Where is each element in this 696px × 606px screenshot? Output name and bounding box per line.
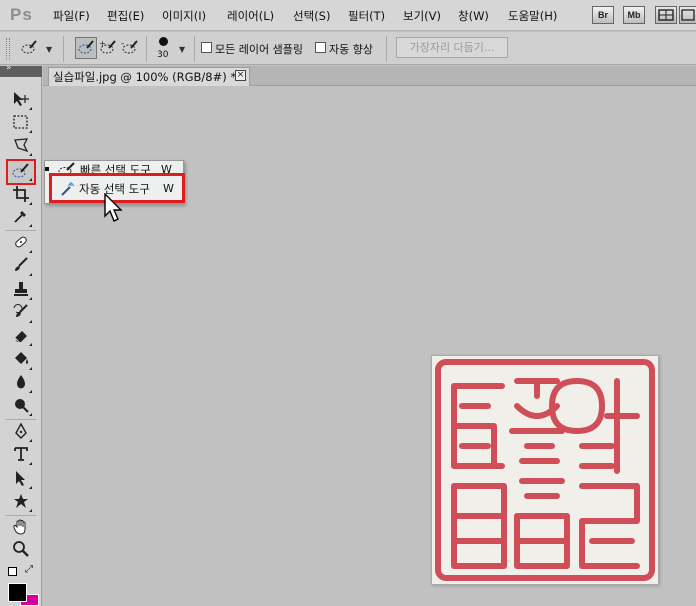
- brush-picker-dropdown-icon[interactable]: ▼: [179, 45, 185, 54]
- auto-enhance-checkbox[interactable]: [315, 42, 326, 53]
- menu-window[interactable]: 창(W): [458, 8, 489, 24]
- menu-file[interactable]: 파일(F): [53, 8, 90, 24]
- marquee-tool[interactable]: [8, 113, 34, 135]
- tools-panel-header[interactable]: »: [0, 63, 42, 77]
- lasso-tool[interactable]: [8, 136, 34, 158]
- current-tool-bullet: [45, 167, 49, 171]
- flyout-shortcut-magic-wand: W: [163, 182, 174, 195]
- subtract-from-selection-icon[interactable]: -: [119, 37, 141, 59]
- refine-edge-button[interactable]: 가장자리 다듬기...: [396, 37, 508, 58]
- expand-panel-icon[interactable]: »: [6, 63, 12, 73]
- svg-text:+: +: [99, 39, 106, 48]
- menu-select[interactable]: 선택(S): [293, 8, 330, 24]
- magic-wand-icon: [59, 181, 77, 201]
- brush-preview-icon[interactable]: [159, 37, 168, 46]
- hand-tool[interactable]: [8, 518, 34, 540]
- menu-filter[interactable]: 필터(T): [348, 8, 385, 24]
- eraser-tool[interactable]: [8, 326, 34, 348]
- mouse-pointer-icon: [104, 192, 124, 226]
- auto-enhance-label: 자동 향상: [329, 43, 373, 56]
- menu-layer[interactable]: 레이어(L): [227, 8, 274, 24]
- photoshop-logo: Ps: [10, 5, 33, 24]
- menu-help[interactable]: 도움말(H): [508, 8, 557, 24]
- paint-bucket-tool[interactable]: [8, 350, 34, 372]
- move-tool[interactable]: [8, 90, 34, 112]
- svg-text:-: -: [121, 39, 124, 49]
- history-brush-tool[interactable]: [8, 303, 34, 325]
- custom-shape-tool[interactable]: [8, 492, 34, 514]
- seal-stamp-picture: [435, 359, 655, 581]
- pen-tool[interactable]: [8, 422, 34, 444]
- path-selection-tool[interactable]: [8, 469, 34, 491]
- crop-tool[interactable]: [8, 185, 34, 207]
- swap-colors-icon[interactable]: ⤢: [25, 564, 33, 575]
- sample-all-layers-label: 모든 레이어 샘플링: [215, 43, 303, 56]
- seal-image: [431, 355, 659, 585]
- brush-size-value: 30: [157, 50, 169, 60]
- dodge-tool[interactable]: [8, 396, 34, 418]
- default-colors-icon[interactable]: [8, 567, 17, 576]
- zoom-level-icon[interactable]: [679, 6, 696, 24]
- menu-view[interactable]: 보기(V): [403, 8, 441, 24]
- clone-stamp-tool[interactable]: [8, 280, 34, 302]
- quick-selection-tool[interactable]: [6, 159, 36, 185]
- eyedropper-tool[interactable]: [8, 207, 34, 229]
- bridge-icon[interactable]: Br: [592, 6, 614, 24]
- tool-preset-dropdown-icon[interactable]: ▼: [46, 45, 52, 54]
- spot-healing-tool[interactable]: [8, 233, 34, 255]
- add-to-selection-icon[interactable]: +: [97, 37, 119, 59]
- document-title: 실습파일.jpg @ 100% (RGB/8#) *: [53, 70, 237, 84]
- zoom-tool[interactable]: [8, 540, 34, 562]
- view-extras-icon[interactable]: [655, 6, 677, 24]
- tool-preset-icon[interactable]: [18, 37, 40, 59]
- close-document-icon[interactable]: ×: [235, 70, 246, 81]
- blur-tool[interactable]: [8, 373, 34, 395]
- mini-bridge-icon[interactable]: Mb: [623, 6, 645, 24]
- sample-all-layers-checkbox[interactable]: [201, 42, 212, 53]
- menu-image[interactable]: 이미지(I): [162, 8, 206, 24]
- brush-tool[interactable]: [8, 256, 34, 278]
- type-tool[interactable]: [8, 445, 34, 467]
- menu-edit[interactable]: 편집(E): [107, 8, 144, 24]
- foreground-color-swatch[interactable]: [8, 583, 27, 602]
- options-bar-grip[interactable]: [6, 38, 10, 60]
- new-selection-icon[interactable]: [75, 37, 97, 59]
- menu-bar: Ps 파일(F) 편집(E) 이미지(I) 레이어(L) 선택(S) 필터(T)…: [0, 0, 696, 31]
